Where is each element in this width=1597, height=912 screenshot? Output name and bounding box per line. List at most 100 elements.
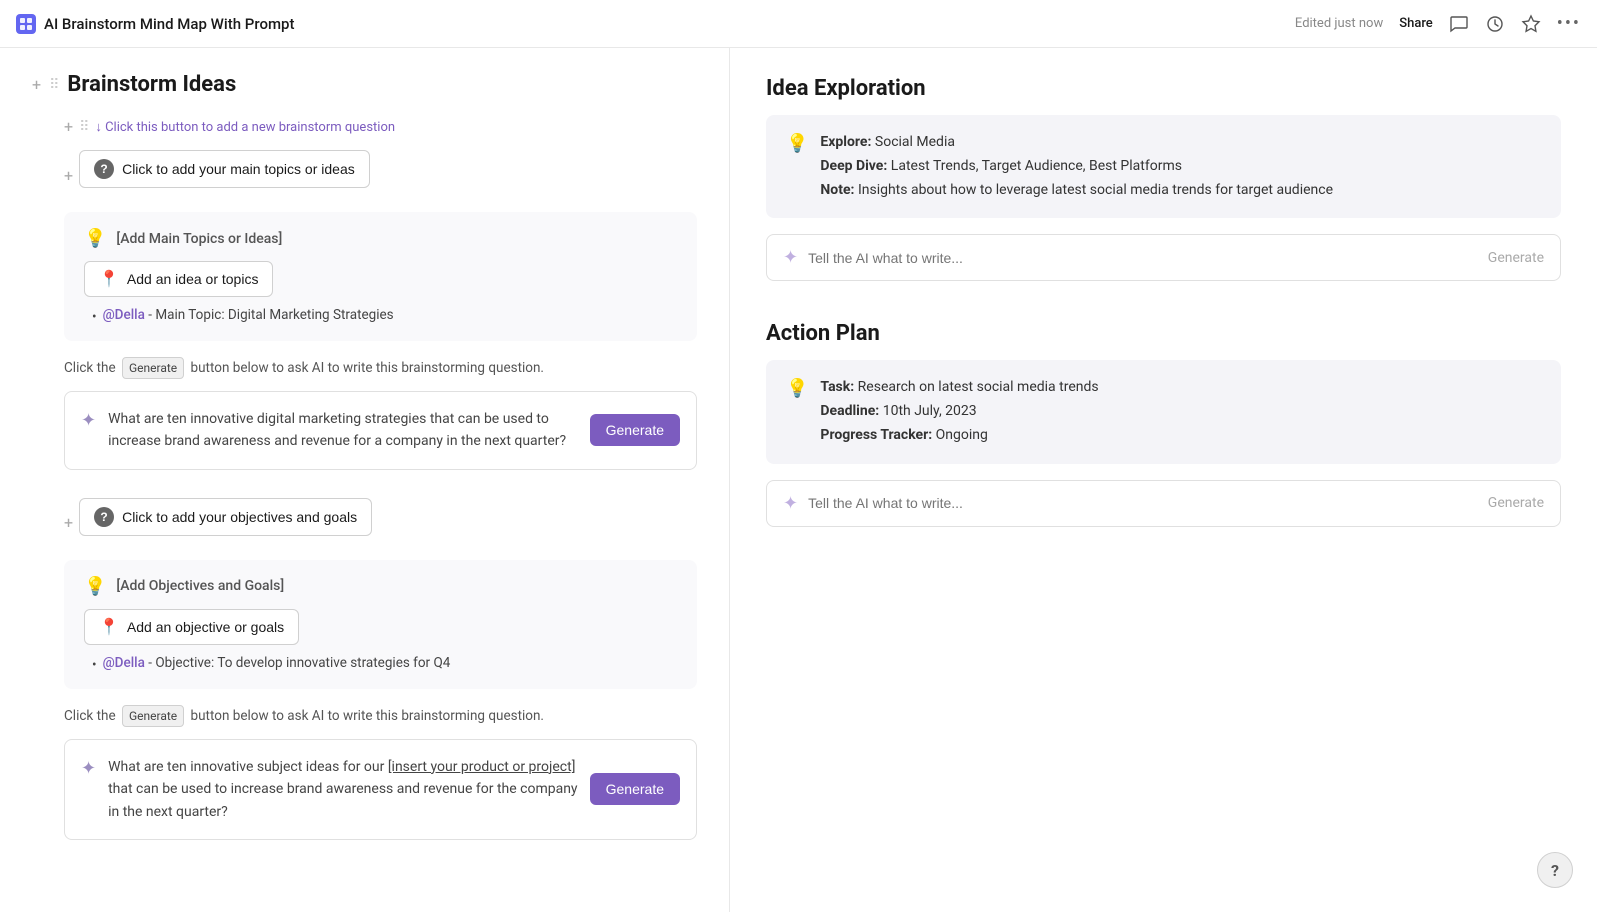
topbar-left: AI Brainstorm Mind Map With Prompt — [16, 14, 294, 34]
action-bulb-icon: 💡 — [786, 378, 808, 399]
ideas-card: 💡 [Add Main Topics or Ideas] 📍 Add an id… — [64, 212, 697, 341]
goal-bullet-content: - Objective: To develop innovative strat… — [148, 655, 450, 671]
deep-dive-label: Deep Dive: — [820, 158, 887, 174]
drag-handle-icon[interactable]: ⠿ — [49, 77, 59, 93]
add-goals-label: Click to add your objectives and goals — [122, 509, 357, 525]
generate-button-2[interactable]: Generate — [590, 773, 680, 805]
brainstorm-title: Brainstorm Ideas — [67, 72, 236, 97]
task-value: Research on latest social media trends — [858, 379, 1099, 395]
sub-link-text[interactable]: ↓ Click this button to add a new brainst… — [95, 119, 395, 135]
help-fab[interactable]: ? — [1537, 852, 1573, 888]
idea-ai-input[interactable] — [808, 250, 1478, 266]
action-ai-input[interactable] — [808, 495, 1478, 511]
progress-label: Progress Tracker: — [820, 427, 932, 443]
add-goal-label: Add an objective or goals — [127, 619, 284, 635]
generate-badge-1: Generate — [122, 357, 184, 379]
add-section-icon[interactable]: + — [32, 75, 41, 94]
idea-bullet-item: • @Della - Main Topic: Digital Marketing… — [84, 307, 677, 325]
action-card-row: 💡 Task: Research on latest social media … — [786, 376, 1541, 447]
add-goals-button[interactable]: ? Click to add your objectives and goals — [79, 498, 372, 536]
mention-della: @Della — [103, 307, 145, 323]
sparkle-icon-1: ✦ — [81, 410, 96, 431]
help-circle-icon-2: ? — [94, 507, 114, 527]
explore-label: Explore: — [820, 134, 871, 150]
sparkle-icon-2: ✦ — [81, 758, 96, 779]
idea-exploration-title: Idea Exploration — [766, 76, 1561, 101]
page-title: AI Brainstorm Mind Map With Prompt — [44, 15, 294, 33]
generate-box-text-1: What are ten innovative digital marketin… — [108, 408, 578, 453]
goals-card-title: [Add Objectives and Goals] — [116, 578, 284, 594]
add-topic-label: Click to add your main topics or ideas — [122, 161, 355, 177]
add-topic-plus[interactable]: + — [64, 166, 73, 185]
goal-bullet-text: @Della - Objective: To develop innovativ… — [103, 655, 451, 671]
note-label: Note: — [820, 182, 854, 198]
add-idea-button[interactable]: 📍 Add an idea or topics — [84, 261, 273, 297]
idea-ai-generate-btn[interactable]: Generate — [1488, 250, 1544, 266]
note-value: Insights about how to leverage latest so… — [858, 182, 1333, 198]
gen-text-link: [insert your product or project] — [388, 759, 576, 775]
action-ai-input-row: ✦ Generate — [766, 480, 1561, 527]
idea-ai-sparkle-icon: ✦ — [783, 247, 798, 268]
bullet-dot-2: • — [92, 657, 97, 673]
ideas-card-header: 💡 [Add Main Topics or Ideas] — [84, 228, 677, 249]
gen-text-suffix: that can be used to increase brand aware… — [108, 781, 577, 819]
help-circle-icon: ? — [94, 159, 114, 179]
add-goal-button[interactable]: 📍 Add an objective or goals — [84, 609, 299, 645]
idea-bulb-icon: 💡 — [786, 133, 808, 154]
left-panel: + ⠿ Brainstorm Ideas + ⠿ ↓ Click this bu… — [0, 48, 730, 912]
idea-bullet-text: @Della - Main Topic: Digital Marketing S… — [103, 307, 394, 323]
star-icon[interactable] — [1521, 14, 1541, 34]
task-label: Task: — [820, 379, 854, 395]
generate-box-1: ✦ What are ten innovative digital market… — [64, 391, 697, 470]
progress-value: Ongoing — [936, 427, 988, 443]
more-options-icon[interactable]: ••• — [1557, 13, 1581, 34]
generate-hint-1: Click the Generate button below to ask A… — [64, 357, 697, 379]
sub-link-row: + ⠿ ↓ Click this button to add a new bra… — [32, 117, 697, 136]
bullet-dot: • — [92, 309, 97, 325]
generate-hint-2: Click the Generate button below to ask A… — [64, 705, 697, 727]
mention-della-2: @Della — [103, 655, 145, 671]
generate-button-1[interactable]: Generate — [590, 414, 680, 446]
generate-box-2: ✦ What are ten innovative subject ideas … — [64, 739, 697, 840]
sub-drag-handle[interactable]: ⠿ — [79, 119, 89, 135]
goals-card-header: 💡 [Add Objectives and Goals] — [84, 576, 677, 597]
add-goals-plus[interactable]: + — [64, 513, 73, 532]
generate-badge-2: Generate — [122, 705, 184, 727]
topbar: AI Brainstorm Mind Map With Prompt Edite… — [0, 0, 1597, 48]
deadline-label: Deadline: — [820, 403, 879, 419]
ideas-card-title: [Add Main Topics or Ideas] — [116, 231, 282, 247]
deep-dive-value: Latest Trends, Target Audience, Best Pla… — [891, 158, 1182, 174]
edited-status: Edited just now — [1295, 16, 1383, 31]
bulb-icon-2: 💡 — [84, 576, 106, 597]
goal-bullet-item: • @Della - Objective: To develop innovat… — [84, 655, 677, 673]
comment-icon[interactable] — [1449, 14, 1469, 34]
right-panel: Idea Exploration 💡 Explore: Social Media… — [730, 48, 1597, 912]
deadline-value: 10th July, 2023 — [883, 403, 977, 419]
add-topic-button[interactable]: ? Click to add your main topics or ideas — [79, 150, 370, 188]
action-ai-generate-btn[interactable]: Generate — [1488, 495, 1544, 511]
idea-card-row: 💡 Explore: Social Media Deep Dive: Lates… — [786, 131, 1541, 202]
action-plan-title: Action Plan — [766, 321, 1561, 346]
idea-card-content: Explore: Social Media Deep Dive: Latest … — [820, 131, 1541, 202]
add-sub-icon[interactable]: + — [64, 117, 73, 136]
idea-exploration-card: 💡 Explore: Social Media Deep Dive: Lates… — [766, 115, 1561, 218]
explore-value: Social Media — [875, 134, 955, 150]
brainstorm-heading-row: + ⠿ Brainstorm Ideas — [32, 72, 697, 97]
idea-bullet-content: - Main Topic: Digital Marketing Strategi… — [148, 307, 393, 323]
idea-ai-input-row: ✦ Generate — [766, 234, 1561, 281]
action-card-content: Task: Research on latest social media tr… — [820, 376, 1541, 447]
goals-card: 💡 [Add Objectives and Goals] 📍 Add an ob… — [64, 560, 697, 689]
main-layout: + ⠿ Brainstorm Ideas + ⠿ ↓ Click this bu… — [0, 48, 1597, 912]
pin-icon-2: 📍 — [99, 617, 119, 637]
history-icon[interactable] — [1485, 14, 1505, 34]
pin-icon: 📍 — [99, 269, 119, 289]
generate-box-text-2: What are ten innovative subject ideas fo… — [108, 756, 578, 823]
gen-text-prefix: What are ten innovative subject ideas fo… — [108, 759, 388, 775]
topbar-right: Edited just now Share ••• — [1295, 13, 1581, 34]
bulb-icon: 💡 — [84, 228, 106, 249]
add-idea-label: Add an idea or topics — [127, 271, 259, 287]
share-button[interactable]: Share — [1399, 16, 1433, 31]
action-ai-sparkle-icon: ✦ — [783, 493, 798, 514]
app-icon — [16, 14, 36, 34]
action-plan-card: 💡 Task: Research on latest social media … — [766, 360, 1561, 463]
